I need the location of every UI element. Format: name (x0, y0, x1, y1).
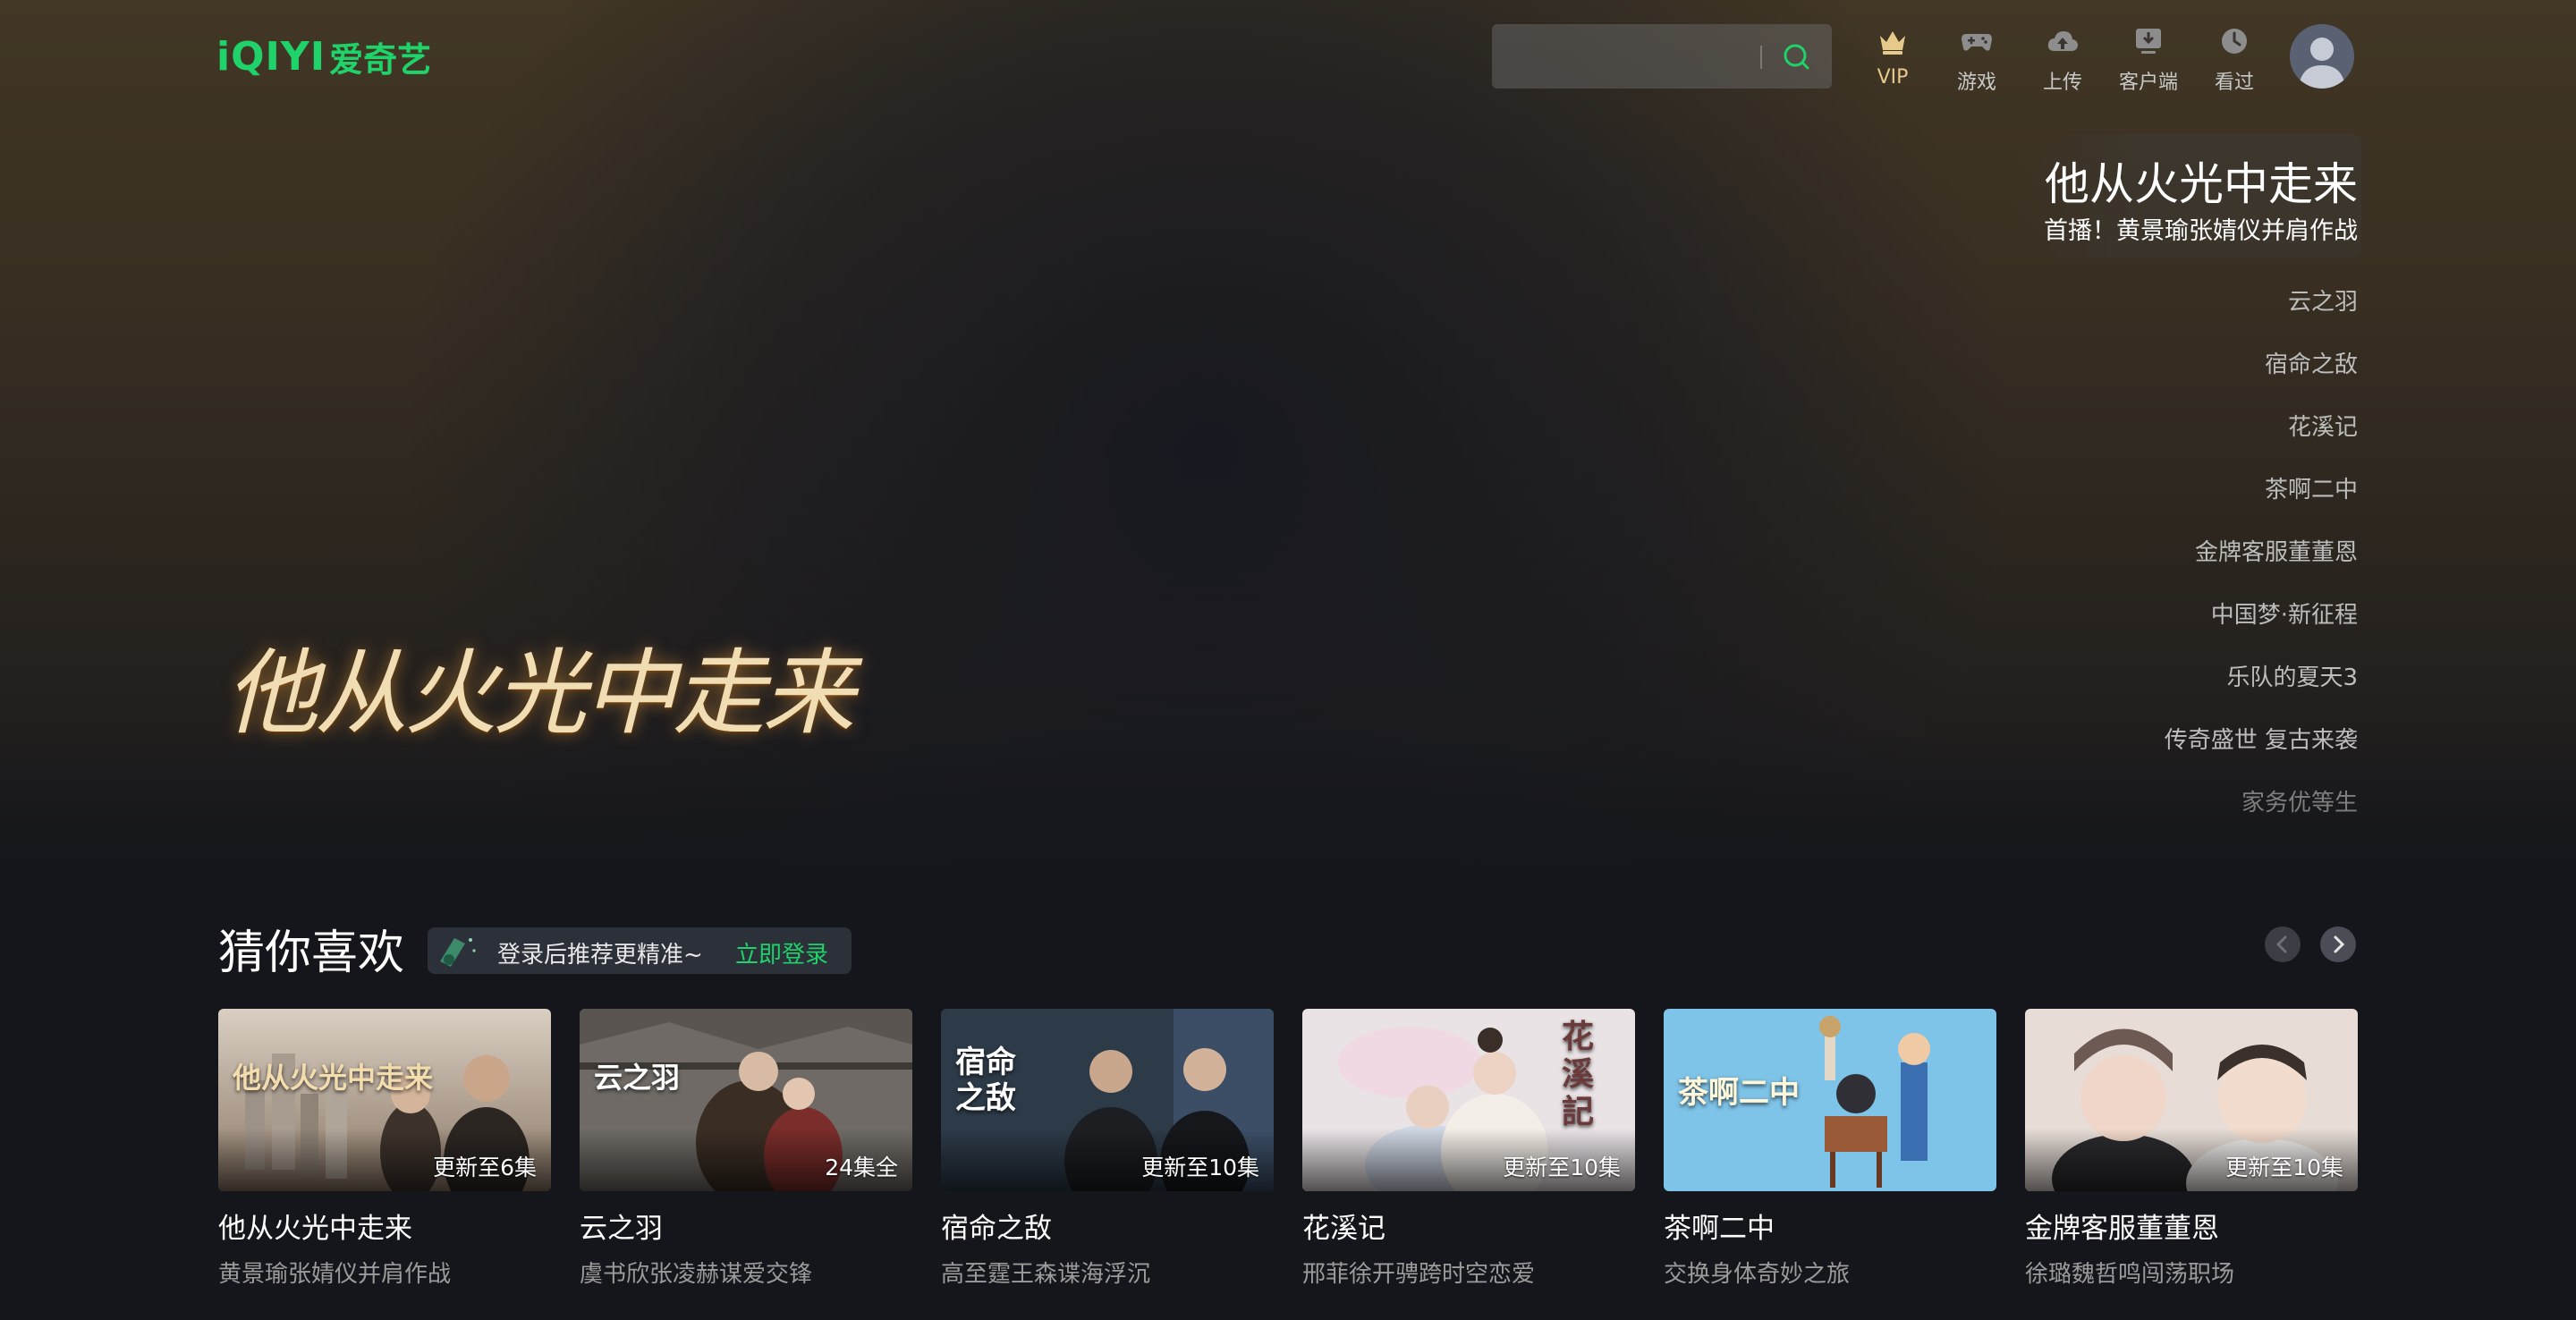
video-card[interactable]: 更新至10集 金牌客服董董恩 徐璐魏哲鸣闯荡职场 (2025, 1009, 2358, 1295)
card-desc: 交换身体奇妙之旅 (1664, 1261, 1851, 1288)
card-thumbnail[interactable]: 花溪記 更新至10集 (1302, 1009, 1635, 1191)
card-poster-title: 云之羽 (594, 1061, 681, 1095)
card-title[interactable]: 花溪记 (1302, 1206, 1385, 1246)
card-title[interactable]: 云之羽 (580, 1206, 663, 1246)
hero-list-item[interactable]: 茶啊二中 (2000, 456, 2358, 519)
card-thumbnail[interactable]: 他从火光中走来 更新至6集 (218, 1009, 551, 1191)
nav-client[interactable]: 客户端 (2113, 23, 2184, 95)
search-icon (1784, 44, 1809, 70)
crown-icon (1880, 31, 1905, 55)
episode-badge: 更新至6集 (433, 1155, 537, 1180)
featured-item[interactable]: 他从火光中走来 首播！黄景瑜张婧仪并肩作战 (2012, 134, 2361, 258)
featured-title: 他从火光中走来 (2045, 158, 2358, 210)
card-poster-title: 茶啊二中 (1678, 1075, 1800, 1111)
video-card[interactable]: 云之羽 24集全 云之羽 虞书欣张凌赫谋爱交锋 (580, 1009, 912, 1295)
chevron-right-icon (2334, 935, 2345, 953)
hero-list-item[interactable]: 金牌客服董董恩 (2000, 519, 2358, 581)
nav-games-label: 游戏 (1956, 72, 1996, 94)
nav-client-label: 客户端 (2118, 72, 2178, 94)
card-desc: 高至霆王森谍海浮沉 (941, 1261, 1151, 1288)
cloud-upload-icon (2047, 31, 2078, 51)
nav-history-label: 看过 (2214, 72, 2254, 94)
card-title[interactable]: 茶啊二中 (1664, 1206, 1775, 1246)
search-button[interactable] (1776, 37, 1818, 78)
card-thumbnail[interactable]: 茶啊二中 (1664, 1009, 1996, 1191)
hero-list-item[interactable]: 云之羽 (2000, 268, 2358, 331)
download-client-icon (2136, 29, 2161, 54)
hero-list-item[interactable]: 花溪记 (2000, 393, 2358, 456)
card-thumbnail[interactable]: 云之羽 24集全 (580, 1009, 912, 1191)
nav-upload-label: 上传 (2042, 72, 2082, 94)
hero-list-item[interactable]: 宿命之敌 (2000, 331, 2358, 393)
user-avatar-icon (2290, 24, 2354, 89)
search-box[interactable] (1492, 24, 1832, 89)
nav-games[interactable]: 游戏 (1941, 23, 2012, 95)
carousel-next-button[interactable] (2320, 927, 2356, 962)
card-poster-title: 他从火光中走来 (233, 1061, 434, 1095)
episode-badge: 24集全 (825, 1155, 898, 1180)
card-thumbnail[interactable]: 更新至10集 (2025, 1009, 2358, 1191)
login-link[interactable]: 立即登录 (735, 936, 828, 969)
card-desc: 徐璐魏哲鸣闯荡职场 (2025, 1261, 2235, 1288)
card-title[interactable]: 金牌客服董董恩 (2025, 1206, 2219, 1246)
card-poster-title: 花溪記 (1562, 1018, 1595, 1130)
section-title: 猜你喜欢 (218, 927, 405, 980)
video-card[interactable]: 茶啊二中 茶啊二中 交换身体奇妙之旅 (1664, 1009, 1996, 1295)
featured-subtitle: 首播！黄景瑜张婧仪并肩作战 (2044, 217, 2358, 245)
iqiyi-logo[interactable]: iQIYI 爱奇艺 (216, 33, 432, 80)
episode-badge: 更新至10集 (1503, 1155, 1621, 1180)
hero-list-item[interactable]: 中国梦·新征程 (2000, 581, 2358, 644)
nav-history[interactable]: 看过 (2199, 23, 2270, 95)
nav-vip[interactable]: VIP (1857, 23, 1928, 95)
video-card[interactable]: 他从火光中走来 更新至6集 他从火光中走来 黄景瑜张婧仪并肩作战 (218, 1009, 551, 1295)
search-divider (1760, 46, 1762, 69)
video-card[interactable]: 宿命之敌 更新至10集 宿命之敌 高至霆王森谍海浮沉 (941, 1009, 1274, 1295)
hero-list-item[interactable]: 传奇盛世 复古来袭 (2000, 707, 2358, 769)
video-card[interactable]: 花溪記 更新至10集 花溪记 邢菲徐开骋跨时空恋爱 (1302, 1009, 1635, 1295)
carousel-prev-button[interactable] (2265, 927, 2301, 962)
card-poster-title: 宿命之敌 (955, 1045, 1016, 1116)
hero-list-item[interactable]: 乐队的夏天3 (2000, 644, 2358, 707)
hero-side-list: 云之羽 宿命之敌 花溪记 茶啊二中 金牌客服董董恩 中国梦·新征程 乐队的夏天3… (2000, 268, 2358, 832)
nav-upload[interactable]: 上传 (2027, 23, 2098, 95)
hero-title-art[interactable]: 他从火光中走来 (225, 617, 855, 796)
hero-list-item[interactable]: 家务优等生 (2000, 769, 2358, 832)
card-desc: 黄景瑜张婧仪并肩作战 (218, 1261, 452, 1288)
hero-art-text: 他从火光中走来 (225, 639, 855, 748)
logo-text-en: iQIYI (216, 33, 326, 80)
login-prompt[interactable]: 登录后推荐更精准~ 立即登录 (428, 927, 852, 974)
nav-vip-label: VIP (1877, 66, 1909, 89)
card-shade (1664, 1129, 1996, 1191)
card-desc: 邢菲徐开骋跨时空恋爱 (1302, 1261, 1536, 1288)
episode-badge: 更新至10集 (2225, 1155, 2343, 1180)
recommend-icon (440, 938, 476, 967)
card-thumbnail[interactable]: 宿命之敌 更新至10集 (941, 1009, 1274, 1191)
card-title[interactable]: 他从火光中走来 (218, 1206, 412, 1246)
logo-text-cn: 爱奇艺 (329, 39, 432, 80)
card-desc: 虞书欣张凌赫谋爱交锋 (580, 1261, 813, 1288)
gamepad-icon (1962, 34, 1992, 51)
card-title[interactable]: 宿命之敌 (941, 1206, 1052, 1246)
history-clock-icon (2222, 29, 2247, 54)
episode-badge: 更新至10集 (1141, 1155, 1259, 1180)
search-input[interactable] (1504, 37, 1776, 78)
login-tip: 登录后推荐更精准~ (497, 942, 703, 969)
avatar[interactable] (2290, 24, 2354, 89)
chevron-left-icon (2275, 935, 2287, 953)
